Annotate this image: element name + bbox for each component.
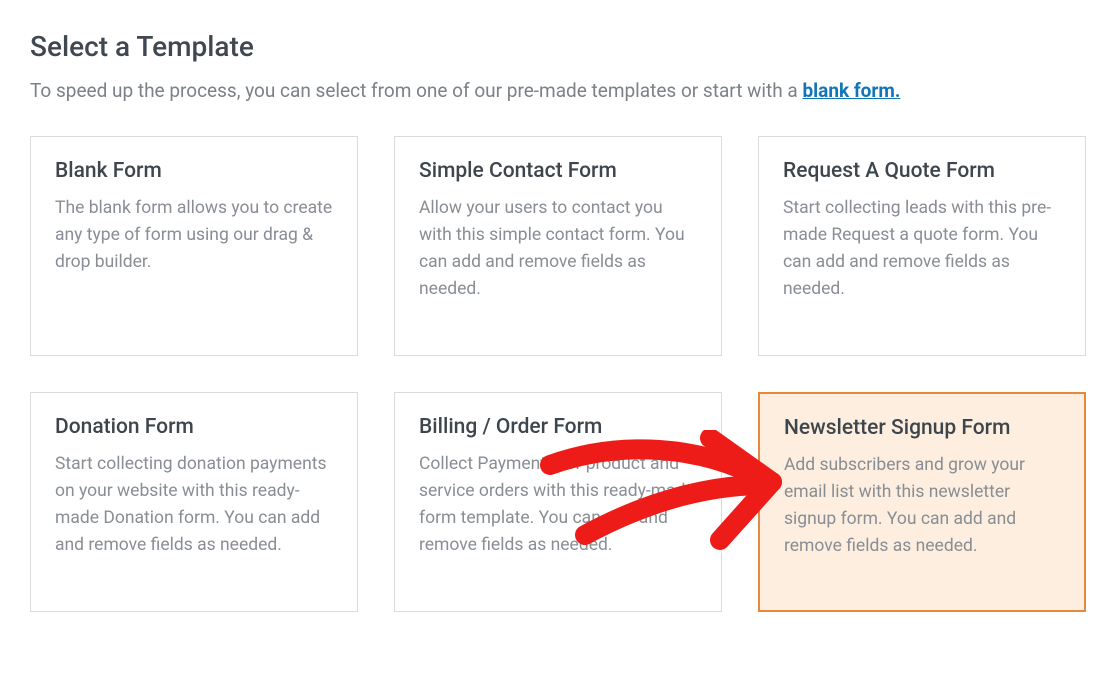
template-title: Simple Contact Form [419, 159, 697, 183]
template-card-simple-contact-form[interactable]: Simple Contact Form Allow your users to … [394, 136, 722, 356]
template-description: The blank form allows you to create any … [55, 195, 333, 276]
template-title: Billing / Order Form [419, 415, 697, 439]
template-description: Start collecting leads with this pre-mad… [783, 195, 1061, 304]
template-title: Donation Form [55, 415, 333, 439]
template-description: Add subscribers and grow your email list… [784, 452, 1060, 561]
template-grid: Blank Form The blank form allows you to … [30, 136, 1086, 612]
template-card-newsletter-signup-form[interactable]: Newsletter Signup Form Add subscribers a… [758, 392, 1086, 612]
subheading-text: To speed up the process, you can select … [30, 79, 802, 102]
blank-form-link[interactable]: blank form. [802, 79, 900, 102]
page-subheading: To speed up the process, you can select … [30, 77, 1086, 106]
template-title: Blank Form [55, 159, 333, 183]
template-card-billing-order-form[interactable]: Billing / Order Form Collect Payments fo… [394, 392, 722, 612]
template-title: Newsletter Signup Form [784, 416, 1060, 440]
template-card-donation-form[interactable]: Donation Form Start collecting donation … [30, 392, 358, 612]
page-title: Select a Template [30, 30, 1086, 63]
template-card-blank-form[interactable]: Blank Form The blank form allows you to … [30, 136, 358, 356]
template-description: Start collecting donation payments on yo… [55, 451, 333, 560]
template-description: Collect Payments for product and service… [419, 451, 697, 560]
template-title: Request A Quote Form [783, 159, 1061, 183]
template-card-request-a-quote-form[interactable]: Request A Quote Form Start collecting le… [758, 136, 1086, 356]
template-description: Allow your users to contact you with thi… [419, 195, 697, 304]
